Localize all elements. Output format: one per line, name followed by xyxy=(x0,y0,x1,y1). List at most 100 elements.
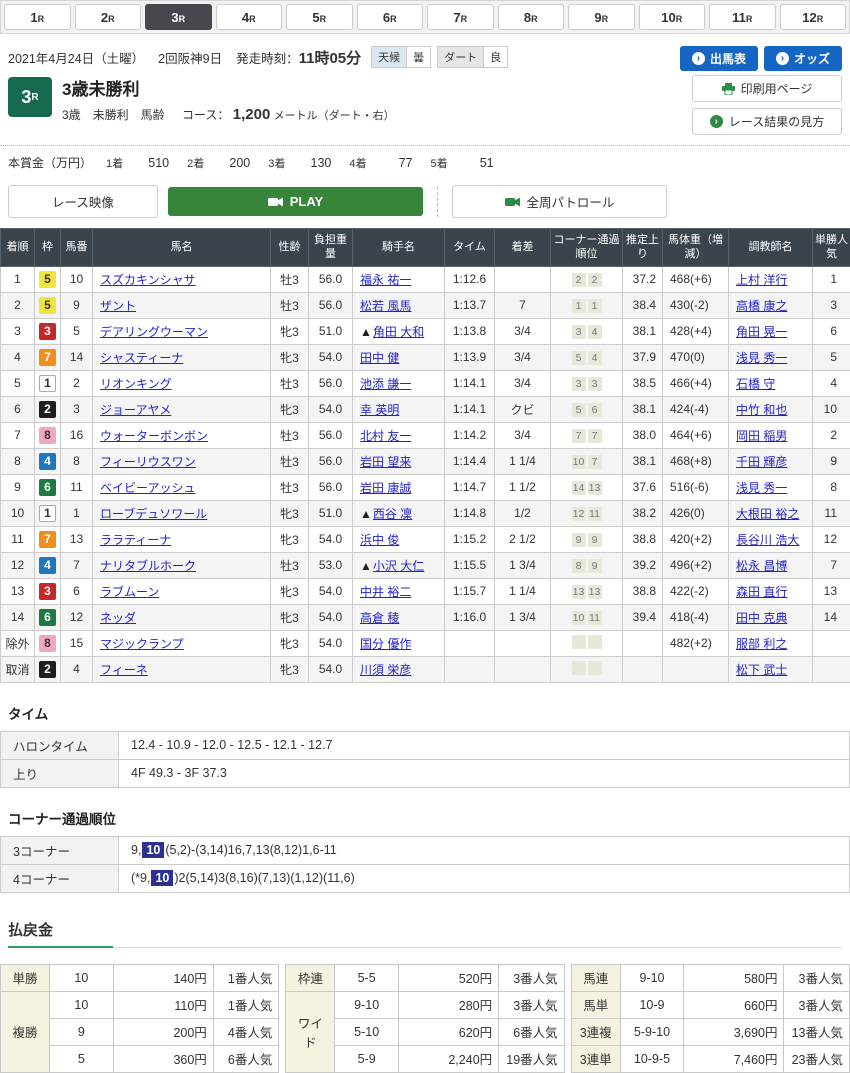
horse-name-link[interactable]: ベイビーアッシュ xyxy=(100,481,196,495)
corner-badge xyxy=(572,635,586,649)
trainer-link[interactable]: 浅見 秀一 xyxy=(736,351,787,365)
horse-number: 9 xyxy=(61,292,93,318)
horse-name-link[interactable]: デアリングウーマン xyxy=(100,325,208,339)
results-guide-button[interactable]: › レース結果の見方 xyxy=(692,108,842,135)
trainer-link[interactable]: 松下 武士 xyxy=(736,663,787,677)
horse-name-link[interactable]: ローブデュソワール xyxy=(100,507,207,521)
trainer-link[interactable]: 角田 晃一 xyxy=(736,325,787,339)
horse-name-link[interactable]: シャスティーナ xyxy=(100,351,183,365)
finish-time: 1:14.1 xyxy=(445,370,495,396)
body-weight: 428(+4) xyxy=(663,318,729,344)
jockey-link[interactable]: 福永 祐一 xyxy=(360,273,411,287)
payout-amount: 2,240円 xyxy=(398,1045,498,1072)
horse-number: 15 xyxy=(61,630,93,656)
carried-weight: 54.0 xyxy=(309,344,353,370)
combination: 9-10 xyxy=(335,991,398,1018)
jockey-link[interactable]: 田中 健 xyxy=(360,351,399,365)
jockey-cell: 浜中 俊 xyxy=(353,526,445,552)
trainer-link[interactable]: 石橋 守 xyxy=(736,377,775,391)
column-header: 馬名 xyxy=(93,229,271,267)
sex-age: 牝3 xyxy=(271,526,309,552)
trainer-link[interactable]: 岡田 稲男 xyxy=(736,429,787,443)
trainer-link[interactable]: 服部 利之 xyxy=(736,637,787,651)
horse-name-link[interactable]: フィーネ xyxy=(100,663,148,677)
print-page-button[interactable]: 印刷用ページ xyxy=(692,75,842,102)
jockey-link[interactable]: 北村 友一 xyxy=(360,429,411,443)
jockey-link[interactable]: 中井 裕二 xyxy=(360,585,411,599)
horse-name-link[interactable]: ジョーアヤメ xyxy=(100,403,171,417)
result-row: 14612ネッダ牝354.0高倉 稜1:16.01 3/4101139.4418… xyxy=(1,604,850,630)
trainer-link[interactable]: 松永 昌博 xyxy=(736,559,787,573)
payout-popularity: 19番人気 xyxy=(499,1045,565,1072)
trainer-link[interactable]: 浅見 秀一 xyxy=(736,481,787,495)
trainer-link[interactable]: 中竹 和也 xyxy=(736,403,787,417)
horse-name-link[interactable]: リオンキング xyxy=(100,377,172,391)
margin: 3/4 xyxy=(495,318,551,344)
race-number-suffix: R xyxy=(31,92,38,103)
jockey-link[interactable]: 松若 風馬 xyxy=(360,299,411,313)
jockey-link[interactable]: 高倉 稜 xyxy=(360,611,399,625)
apprentice-mark: ▲ xyxy=(360,559,372,573)
race-tab-6r[interactable]: 6R xyxy=(357,4,424,30)
frame-cell: 6 xyxy=(35,474,61,500)
horse-name-link[interactable]: ネッダ xyxy=(100,611,136,625)
jockey-link[interactable]: 角田 大和 xyxy=(373,325,424,339)
horse-name-link[interactable]: スズカキンシャサ xyxy=(100,273,196,287)
trainer-link[interactable]: 田中 克典 xyxy=(736,611,787,625)
trainer-link[interactable]: 上村 洋行 xyxy=(736,273,787,287)
race-tab-12r[interactable]: 12R xyxy=(780,4,847,30)
race-tab-11r[interactable]: 11R xyxy=(709,4,776,30)
jockey-link[interactable]: 国分 優作 xyxy=(360,637,411,651)
race-tab-5r[interactable]: 5R xyxy=(286,4,353,30)
race-tab-2r[interactable]: 2R xyxy=(75,4,142,30)
sex-age: 牡3 xyxy=(271,266,309,292)
race-tab-1r[interactable]: 1R xyxy=(4,4,71,30)
win-popularity: 1 xyxy=(813,266,850,292)
race-tab-7r[interactable]: 7R xyxy=(427,4,494,30)
frame-cell: 8 xyxy=(35,630,61,656)
trainer-link[interactable]: 長谷川 浩大 xyxy=(736,533,799,547)
horse-name-link[interactable]: ウォーターボンボン xyxy=(100,429,208,443)
horse-name-link[interactable]: フィーリウスワン xyxy=(100,455,196,469)
course-detail: メートル（ダート・右） xyxy=(274,110,395,122)
jockey-link[interactable]: 西谷 凜 xyxy=(373,507,412,521)
trainer-link[interactable]: 高橋 康之 xyxy=(736,299,787,313)
race-tab-10r[interactable]: 10R xyxy=(639,4,706,30)
horse-name-link[interactable]: ラブムーン xyxy=(100,585,159,599)
race-tab-9r[interactable]: 9R xyxy=(568,4,635,30)
jockey-link[interactable]: 小沢 大仁 xyxy=(373,559,424,573)
entry-table-button[interactable]: › 出馬表 xyxy=(680,46,758,71)
payout-popularity: 3番人気 xyxy=(499,964,565,991)
prize-place-label: 1着 xyxy=(106,158,123,170)
body-weight: 482(+2) xyxy=(663,630,729,656)
horse-name-link[interactable]: ザント xyxy=(100,299,136,313)
prize-amount: 130 xyxy=(289,156,331,170)
jockey-link[interactable]: 岩田 康誠 xyxy=(360,481,411,495)
play-button[interactable]: PLAY xyxy=(168,187,423,216)
trainer-cell: 石橋 守 xyxy=(729,370,813,396)
payout-popularity: 13番人気 xyxy=(784,1018,850,1045)
race-tab-3r[interactable]: 3R xyxy=(145,4,212,30)
horse-name-link[interactable]: ララティーナ xyxy=(100,533,171,547)
corner-positions: 77 xyxy=(551,422,623,448)
horse-name-link[interactable]: ナリタブルホーク xyxy=(100,559,196,573)
race-tab-8r[interactable]: 8R xyxy=(498,4,565,30)
horse-name-link[interactable]: マジックランプ xyxy=(100,637,184,651)
last-3f-time: 37.2 xyxy=(623,266,663,292)
payout-popularity: 4番人気 xyxy=(213,1018,279,1045)
jockey-link[interactable]: 川須 栄彦 xyxy=(360,663,411,677)
trainer-link[interactable]: 大根田 裕之 xyxy=(736,507,799,521)
race-tab-4r[interactable]: 4R xyxy=(216,4,283,30)
sex-age: 牝3 xyxy=(271,630,309,656)
jockey-link[interactable]: 幸 英明 xyxy=(360,403,399,417)
finish-position: 3 xyxy=(1,318,35,344)
trainer-link[interactable]: 千田 輝彦 xyxy=(736,455,787,469)
jockey-link[interactable]: 浜中 俊 xyxy=(360,533,399,547)
trainer-link[interactable]: 森田 直行 xyxy=(736,585,787,599)
odds-button[interactable]: › オッズ xyxy=(764,46,842,71)
tab-suffix: R xyxy=(602,14,609,24)
jockey-link[interactable]: 池添 謙一 xyxy=(360,377,411,391)
jockey-link[interactable]: 岩田 望来 xyxy=(360,455,411,469)
patrol-video-button[interactable]: 全周パトロール xyxy=(452,185,667,218)
corner-badge: 8 xyxy=(572,559,586,573)
